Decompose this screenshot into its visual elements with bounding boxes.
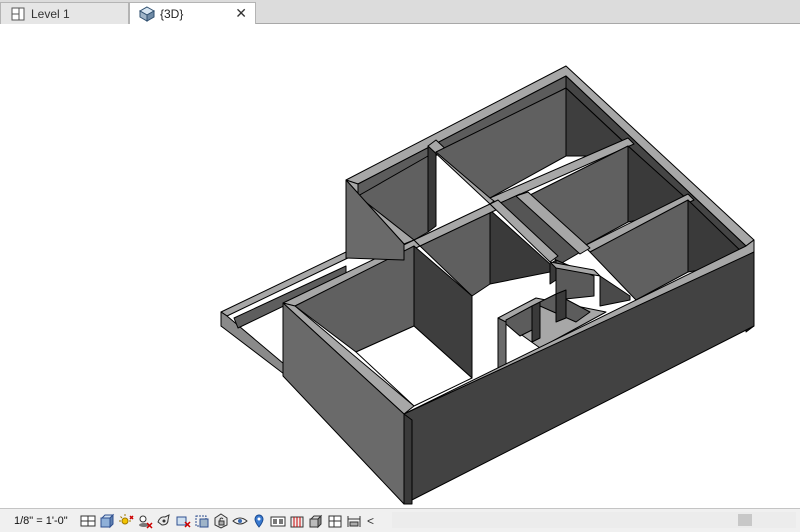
3d-model-drawing — [220, 65, 755, 505]
unlock-3d-view-icon[interactable] — [213, 512, 229, 529]
highlight-displacement-icon[interactable] — [308, 513, 324, 529]
tab-3d[interactable]: {3D} ✕ — [129, 2, 256, 25]
bath-wall — [555, 289, 567, 323]
close-icon[interactable]: ✕ — [235, 5, 247, 22]
view-control-bar: 1/8" = 1'-0" < — [0, 508, 800, 532]
3d-viewport[interactable] — [0, 24, 800, 508]
constraints-icon[interactable] — [346, 513, 362, 529]
shadows-icon[interactable] — [137, 513, 153, 529]
analytical-model-icon[interactable] — [327, 513, 343, 529]
scrollbar-thumb[interactable] — [738, 514, 752, 526]
show-crop-region-icon[interactable] — [194, 513, 210, 529]
room-a-side — [427, 145, 437, 233]
3d-house-icon — [139, 6, 155, 22]
reveal-hidden-icon[interactable] — [251, 513, 267, 529]
tab-label: {3D} — [160, 7, 184, 21]
visual-style-icon[interactable] — [99, 513, 115, 529]
tab-level-1[interactable]: Level 1 — [0, 2, 129, 24]
horizontal-scrollbar[interactable] — [392, 512, 796, 528]
tab-label: Level 1 — [31, 6, 70, 21]
collapse-arrow[interactable]: < — [367, 514, 374, 528]
sun-path-icon[interactable] — [118, 513, 134, 529]
worksharing-icon[interactable] — [270, 513, 286, 529]
front-corner-edge — [403, 413, 413, 505]
design-options-icon[interactable] — [289, 513, 305, 529]
floor-plan-icon — [10, 6, 26, 22]
view-tab-bar: Level 1 {3D} ✕ — [0, 0, 800, 25]
rendering-icon[interactable] — [156, 513, 172, 529]
detail-level-icon[interactable] — [80, 513, 96, 529]
view-scale[interactable]: 1/8" = 1'-0" — [14, 515, 80, 527]
bath-wall — [531, 301, 541, 343]
temporary-hide-icon[interactable] — [232, 513, 248, 529]
crop-view-icon[interactable] — [175, 513, 191, 529]
